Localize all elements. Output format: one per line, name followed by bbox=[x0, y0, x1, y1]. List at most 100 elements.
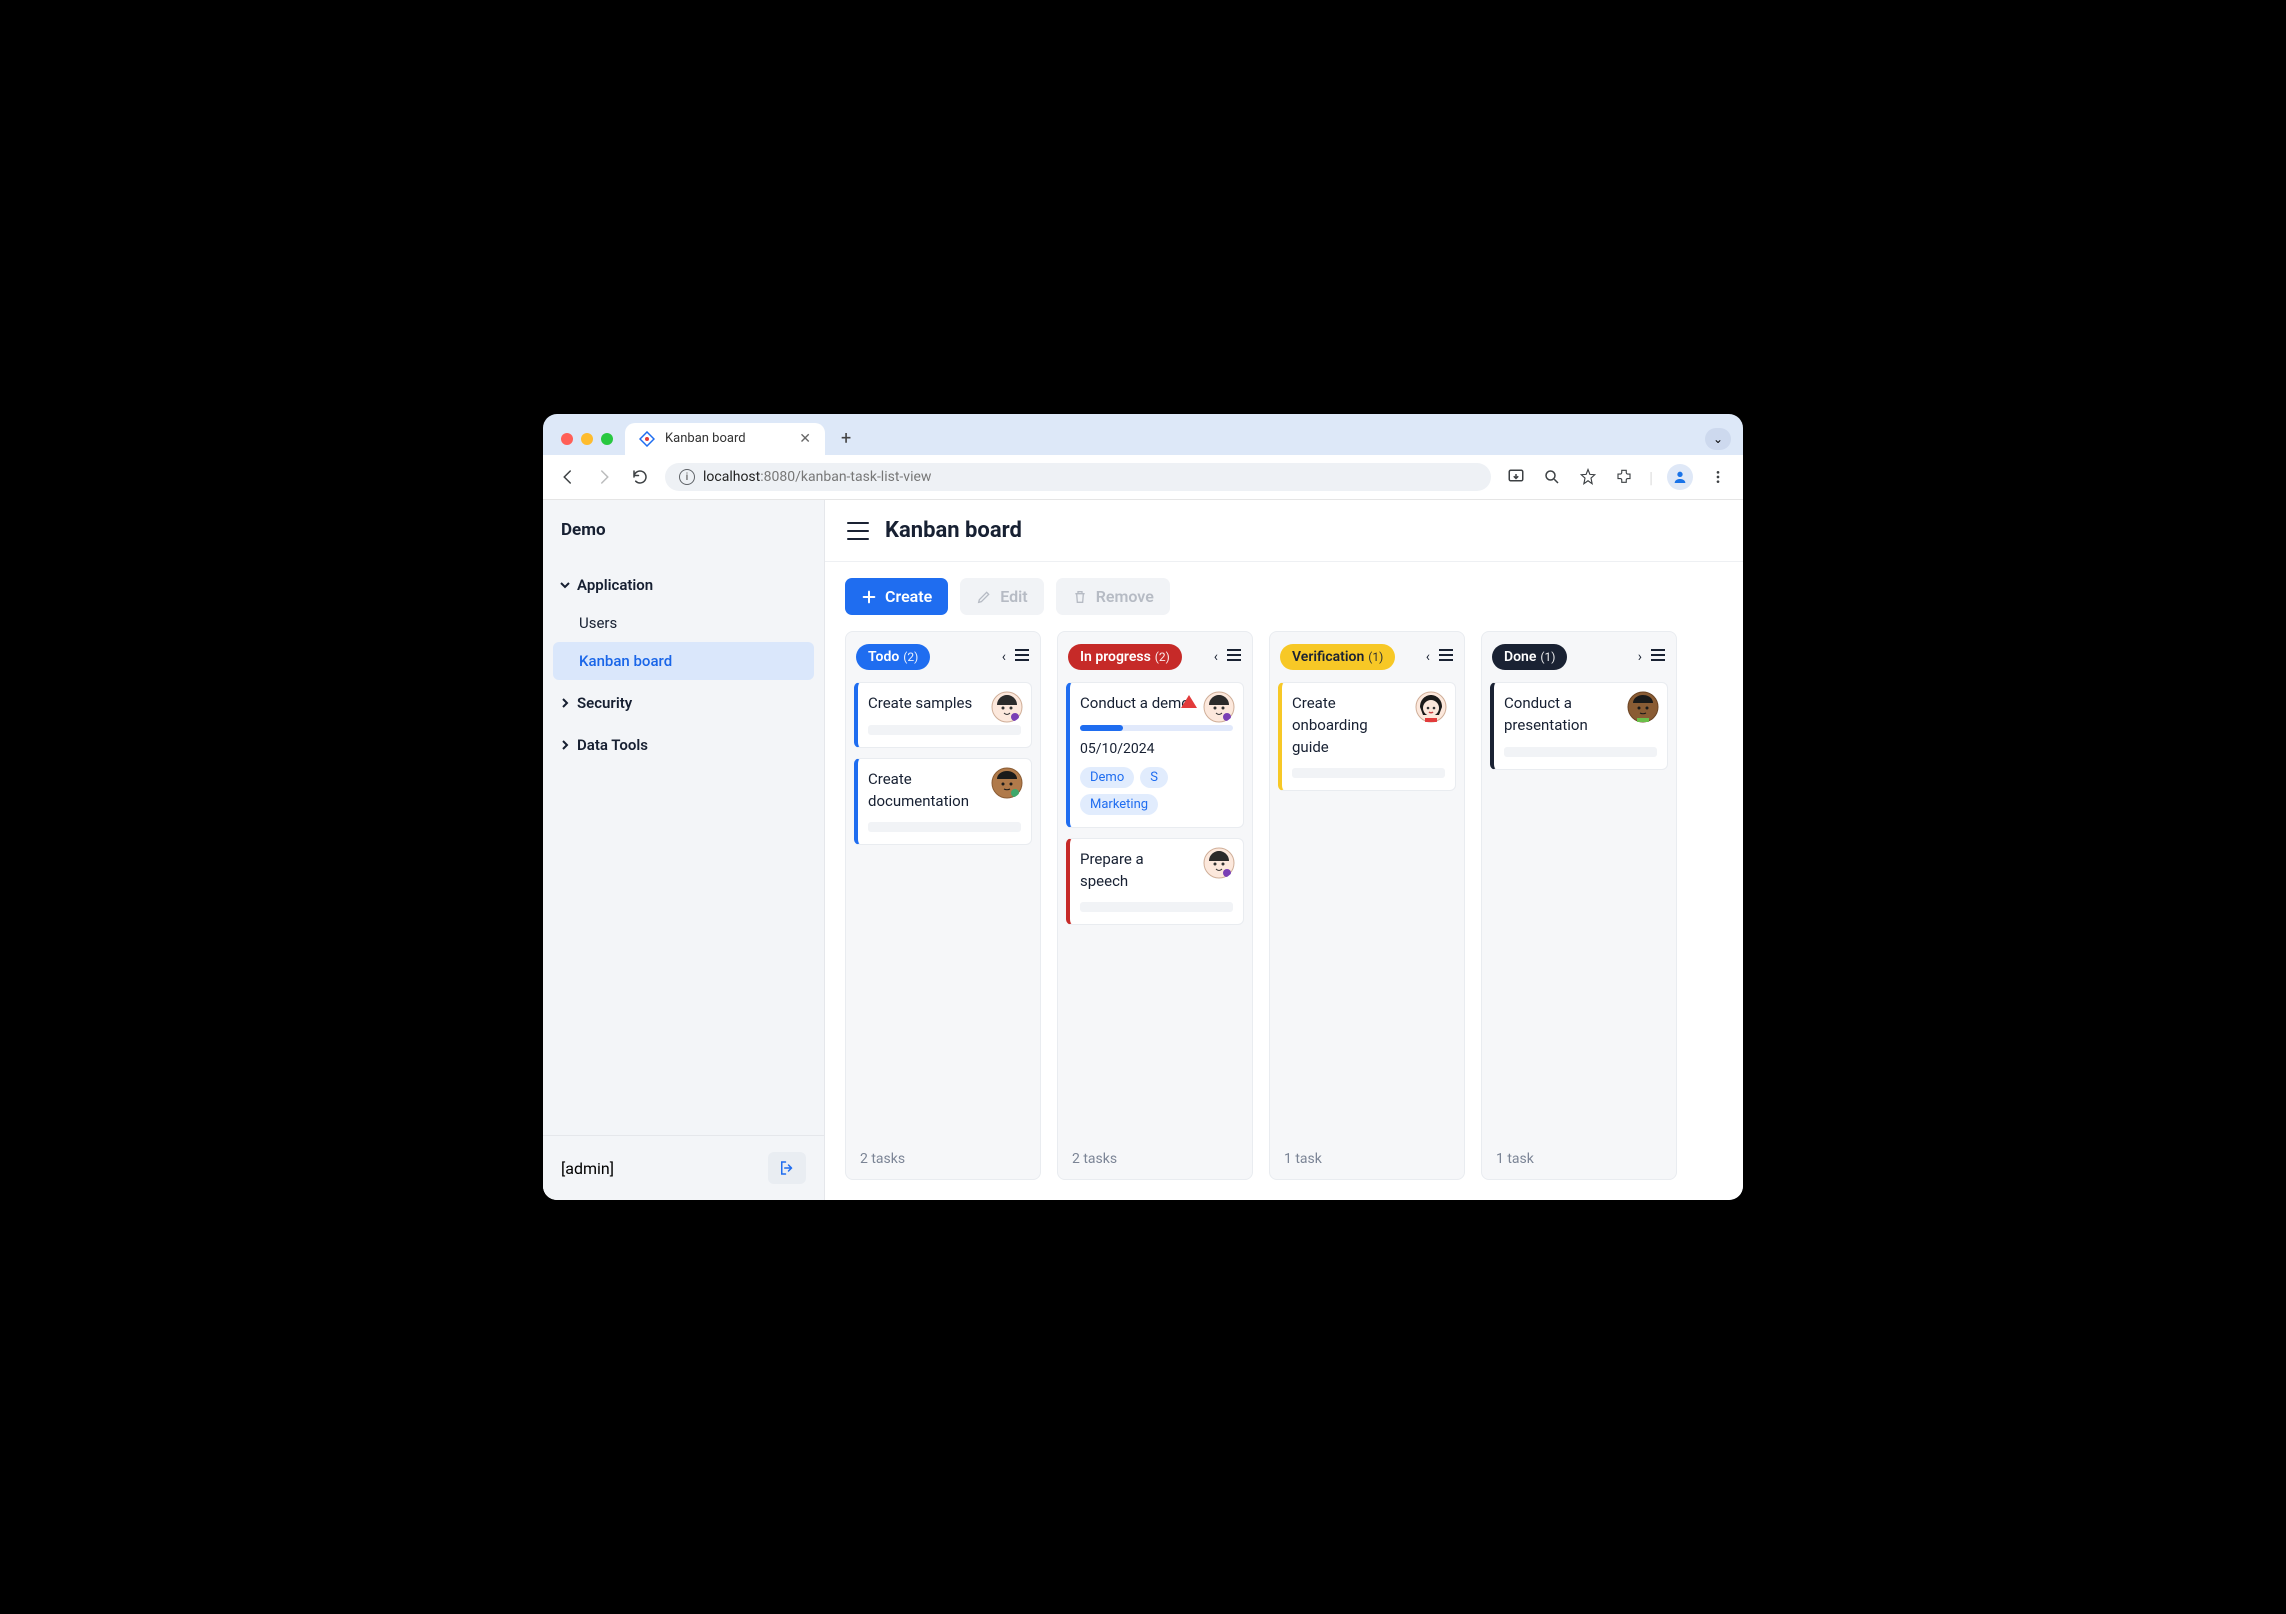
column-footer: 2 tasks bbox=[846, 1138, 1040, 1179]
extensions-icon[interactable] bbox=[1613, 466, 1635, 488]
back-button[interactable] bbox=[557, 466, 579, 488]
bookmark-icon[interactable] bbox=[1577, 466, 1599, 488]
column-prev-icon[interactable]: ‹ bbox=[1002, 649, 1006, 665]
close-window-icon[interactable] bbox=[561, 433, 573, 445]
create-button-label: Create bbox=[885, 587, 932, 606]
chevron-right-icon bbox=[559, 739, 571, 751]
column-cards: Create onboarding guide bbox=[1270, 682, 1464, 1138]
kanban-board: Todo (2)‹Create samplesCreate documentat… bbox=[825, 631, 1743, 1200]
kanban-card[interactable]: Create samples bbox=[854, 682, 1032, 748]
menu-icon[interactable] bbox=[1707, 466, 1729, 488]
favicon-icon bbox=[639, 431, 655, 447]
sidebar-group-label: Security bbox=[577, 694, 632, 712]
current-user-label: [admin] bbox=[561, 1159, 614, 1178]
window-controls bbox=[555, 433, 619, 445]
column-next-icon[interactable]: › bbox=[1638, 649, 1642, 665]
assignee-avatar bbox=[1203, 691, 1235, 723]
kanban-card[interactable]: Conduct a presentation bbox=[1490, 682, 1668, 770]
column-count: (2) bbox=[1155, 650, 1170, 664]
tag[interactable]: Marketing bbox=[1080, 794, 1158, 815]
kanban-card[interactable]: Create onboarding guide bbox=[1278, 682, 1456, 791]
column-nav: ‹ bbox=[1214, 648, 1242, 666]
card-assignee[interactable] bbox=[1203, 847, 1235, 879]
sidebar-group-label: Application bbox=[577, 576, 653, 594]
sidebar-group-toggle[interactable]: Security bbox=[553, 684, 814, 722]
card-assignee[interactable] bbox=[1415, 691, 1447, 723]
column-prev-icon[interactable]: ‹ bbox=[1214, 649, 1218, 665]
card-placeholder bbox=[1080, 902, 1233, 912]
remove-button: Remove bbox=[1056, 578, 1170, 615]
forward-button[interactable] bbox=[593, 466, 615, 488]
card-date: 05/10/2024 bbox=[1080, 741, 1233, 757]
card-assignee[interactable] bbox=[991, 691, 1023, 723]
toggle-sidebar-button[interactable] bbox=[847, 522, 869, 540]
column-badge: In progress (2) bbox=[1068, 644, 1182, 670]
card-progress bbox=[1080, 725, 1233, 731]
address-bar[interactable]: i localhost:8080/kanban-task-list-view bbox=[665, 463, 1491, 491]
column-name: Todo bbox=[868, 649, 899, 665]
sidebar-group: Security bbox=[543, 682, 824, 724]
card-assignee[interactable] bbox=[1203, 691, 1235, 723]
page-title: Kanban board bbox=[885, 518, 1022, 543]
column-nav: ‹ bbox=[1426, 648, 1454, 666]
column-menu-icon[interactable] bbox=[1438, 648, 1454, 666]
minimize-window-icon[interactable] bbox=[581, 433, 593, 445]
column-badge: Done (1) bbox=[1492, 644, 1567, 670]
column-header: Verification (1) ‹ bbox=[1270, 632, 1464, 682]
sidebar: Demo Application UsersKanban board Securit… bbox=[543, 500, 825, 1200]
browser-tab[interactable]: Kanban board ✕ bbox=[625, 423, 825, 455]
column-count: (1) bbox=[1540, 650, 1555, 664]
card-assignee[interactable] bbox=[991, 767, 1023, 799]
create-button[interactable]: Create bbox=[845, 578, 948, 615]
column-cards: Conduct a presentation bbox=[1482, 682, 1676, 1138]
column-badge: Verification (1) bbox=[1280, 644, 1395, 670]
tabs-dropdown-button[interactable]: ⌄ bbox=[1705, 428, 1731, 450]
column-name: Done bbox=[1504, 649, 1536, 665]
sidebar-item[interactable]: Users bbox=[553, 604, 814, 642]
profile-avatar[interactable] bbox=[1667, 464, 1693, 490]
zoom-icon[interactable] bbox=[1541, 466, 1563, 488]
sidebar-title: Demo bbox=[543, 500, 824, 564]
kanban-column: Done (1)›Conduct a presentation1 task bbox=[1481, 631, 1677, 1180]
column-prev-icon[interactable]: ‹ bbox=[1426, 649, 1430, 665]
column-menu-icon[interactable] bbox=[1650, 648, 1666, 666]
column-header: Done (1) › bbox=[1482, 632, 1676, 682]
card-placeholder bbox=[868, 725, 1021, 735]
column-count: (1) bbox=[1368, 650, 1383, 664]
tag[interactable]: Demo bbox=[1080, 767, 1134, 788]
kanban-card[interactable]: Create documentation bbox=[854, 758, 1032, 846]
sidebar-item[interactable]: Kanban board bbox=[553, 642, 814, 680]
site-info-icon[interactable]: i bbox=[679, 469, 695, 485]
column-name: In progress bbox=[1080, 649, 1151, 665]
tag[interactable]: S bbox=[1140, 767, 1168, 788]
column-menu-icon[interactable] bbox=[1014, 648, 1030, 666]
column-header: In progress (2) ‹ bbox=[1058, 632, 1252, 682]
browser-window: Kanban board ✕ + ⌄ i localhost:8080/kanb… bbox=[543, 414, 1743, 1200]
kanban-card[interactable]: Conduct a demo05/10/2024DemoSMarketing bbox=[1066, 682, 1244, 828]
install-app-icon[interactable] bbox=[1505, 466, 1527, 488]
logout-button[interactable] bbox=[768, 1152, 806, 1184]
column-header: Todo (2)‹ bbox=[846, 632, 1040, 682]
assignee-avatar bbox=[991, 767, 1023, 799]
card-assignee[interactable] bbox=[1627, 691, 1659, 723]
column-footer: 1 task bbox=[1270, 1138, 1464, 1179]
assignee-avatar bbox=[1415, 691, 1447, 723]
main-header: Kanban board bbox=[825, 500, 1743, 562]
kanban-column: Verification (1) ‹ Create onboarding guide… bbox=[1269, 631, 1465, 1180]
maximize-window-icon[interactable] bbox=[601, 433, 613, 445]
sidebar-group-toggle[interactable]: Data Tools bbox=[553, 726, 814, 764]
close-tab-icon[interactable]: ✕ bbox=[799, 431, 811, 447]
column-menu-icon[interactable] bbox=[1226, 648, 1242, 666]
reload-button[interactable] bbox=[629, 466, 651, 488]
new-tab-button[interactable]: + bbox=[831, 422, 861, 455]
card-placeholder bbox=[868, 822, 1021, 832]
kanban-card[interactable]: Prepare a speech bbox=[1066, 838, 1244, 926]
tab-title: Kanban board bbox=[665, 431, 746, 446]
column-name: Verification bbox=[1292, 649, 1364, 665]
priority-flag-icon bbox=[1181, 695, 1197, 708]
column-cards: Create samples Create documentation bbox=[846, 682, 1040, 1138]
chevron-right-icon bbox=[559, 697, 571, 709]
action-bar: Create Edit Remove bbox=[825, 562, 1743, 631]
sidebar-group-toggle[interactable]: Application bbox=[553, 566, 814, 604]
edit-button: Edit bbox=[960, 578, 1043, 615]
